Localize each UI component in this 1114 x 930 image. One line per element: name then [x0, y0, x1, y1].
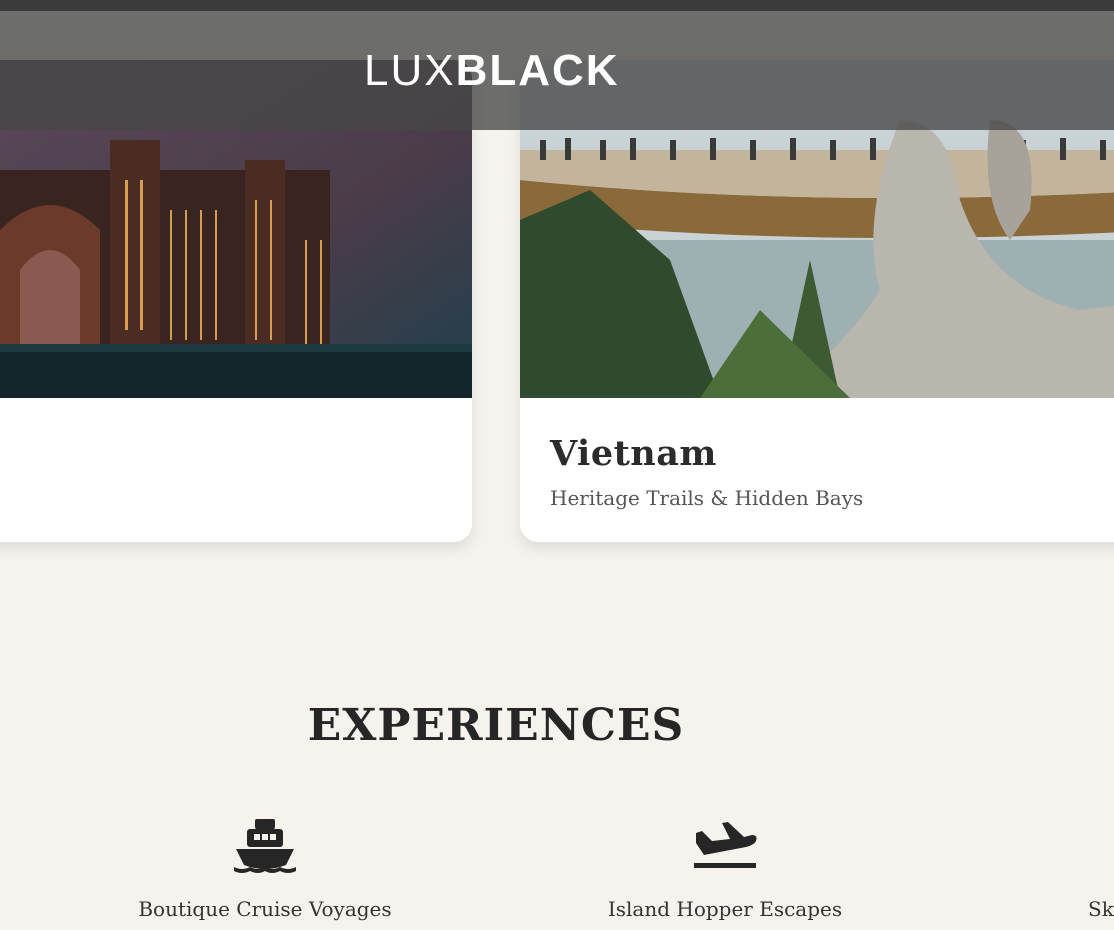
section-title-experiences: EXPERIENCES: [307, 700, 685, 751]
destination-card-vietnam[interactable]: Vietnam Heritage Trails & Hidden Bays: [520, 60, 1114, 542]
ship-icon: [234, 819, 296, 873]
top-strip: [0, 0, 1114, 11]
destination-subtitle: Heritage Trails & Hidden Bays: [550, 486, 864, 510]
experience-item-cruise[interactable]: Boutique Cruise Voyages: [95, 815, 435, 921]
destination-title: Vietnam: [550, 433, 717, 474]
plane-landing-icon: [694, 822, 757, 868]
experience-label: Island Hopper Escapes: [607, 897, 843, 921]
experience-label: Boutique Cruise Voyages: [138, 897, 392, 921]
logo-text-light: LUX: [364, 46, 456, 95]
experience-item-partial[interactable]: Sky: [1088, 815, 1114, 921]
page: Vietnam Heritage Trails & Hidden Bays LU…: [0, 0, 1114, 930]
experience-label: Sky: [1088, 897, 1114, 921]
logo-text-bold: BLACK: [455, 46, 620, 95]
brand-logo[interactable]: LUXBLACK: [364, 49, 620, 93]
experience-item-island-hopper[interactable]: Island Hopper Escapes: [555, 815, 895, 921]
destination-card-left[interactable]: [0, 60, 472, 542]
site-header: LUXBLACK: [0, 11, 1114, 130]
